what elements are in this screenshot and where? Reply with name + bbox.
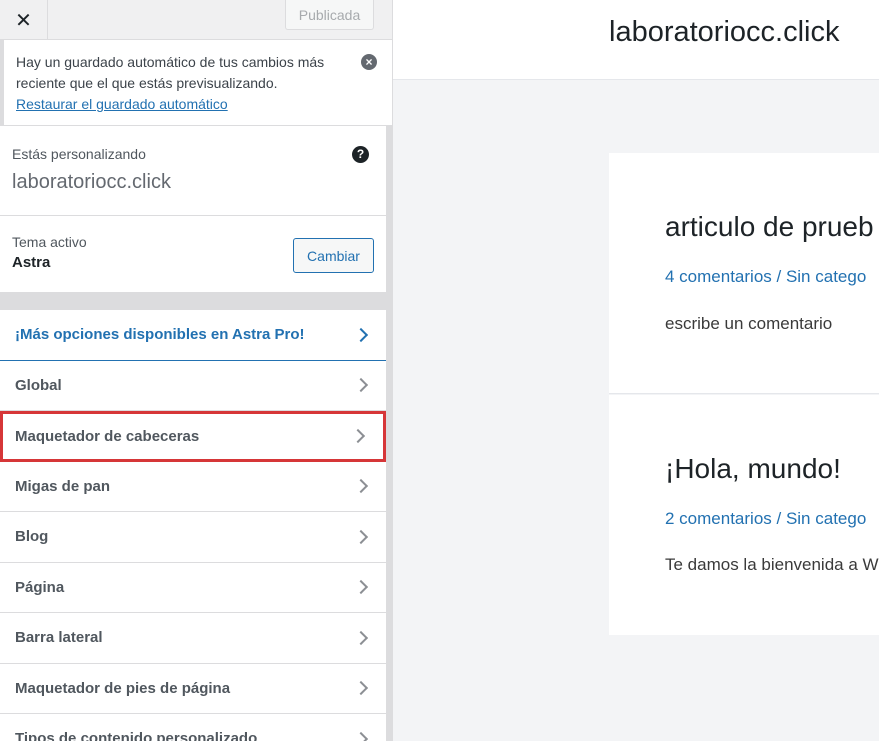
publish-button[interactable]: Publicada	[285, 0, 374, 30]
chevron-right-icon	[353, 580, 369, 595]
menu-item-sidebar[interactable]: Barra lateral	[0, 613, 386, 664]
post-card: ¡Hola, mundo! 2 comentarios / Sin catego…	[609, 395, 879, 635]
menu-item-header-builder[interactable]: Maquetador de cabeceras	[0, 411, 386, 462]
site-header: laboratoriocc.click	[393, 0, 879, 80]
customizing-info: Estás personalizando laboratoriocc.click…	[0, 126, 386, 216]
post-meta[interactable]: 2 comentarios / Sin catego	[665, 509, 866, 529]
chevron-right-icon	[350, 429, 366, 444]
chevron-right-icon	[353, 681, 369, 696]
menu-item-blog[interactable]: Blog	[0, 512, 386, 563]
customizing-site-name: laboratoriocc.click	[12, 171, 171, 193]
chevron-right-icon	[353, 479, 369, 494]
close-icon: ✕	[15, 9, 32, 32]
customizer-panels: Estás personalizando laboratoriocc.click…	[0, 126, 386, 741]
autosave-notice: Hay un guardado automático de tus cambio…	[0, 40, 392, 126]
chevron-right-icon	[353, 327, 369, 342]
customizer-header: ✕ Publicada	[0, 0, 392, 40]
menu-item-global[interactable]: Global	[0, 360, 386, 411]
chevron-right-icon	[353, 378, 369, 393]
menu-item-breadcrumbs[interactable]: Migas de pan	[0, 461, 386, 512]
post-meta[interactable]: 4 comentarios / Sin catego	[665, 267, 866, 287]
help-icon[interactable]: ?	[352, 146, 369, 163]
active-theme-section: Tema activo Astra Cambiar	[0, 216, 386, 293]
menu-item-custom-post-types[interactable]: Tipos de contenido personalizado	[0, 714, 386, 741]
customizing-label: Estás personalizando	[12, 146, 146, 162]
post-title[interactable]: articulo de prueb	[665, 211, 874, 243]
close-customizer-button[interactable]: ✕	[0, 0, 48, 40]
restore-autosave-link[interactable]: Restaurar el guardado automático	[16, 96, 228, 112]
post-title[interactable]: ¡Hola, mundo!	[665, 453, 841, 485]
section-divider	[0, 293, 386, 310]
post-card: articulo de prueb 4 comentarios / Sin ca…	[609, 153, 879, 394]
sidebar-scrollbar[interactable]	[386, 126, 392, 741]
site-title[interactable]: laboratoriocc.click	[609, 16, 839, 49]
dismiss-notice-icon[interactable]: ×	[361, 54, 377, 70]
menu-item-page[interactable]: Página	[0, 562, 386, 613]
chevron-right-icon	[353, 630, 369, 645]
menu-item-footer-builder[interactable]: Maquetador de pies de página	[0, 663, 386, 714]
customizer-menu: ¡Más opciones disponibles en Astra Pro! …	[0, 310, 386, 741]
chevron-right-icon	[353, 529, 369, 544]
post-excerpt: escribe un comentario	[665, 314, 833, 333]
autosave-notice-text: Hay un guardado automático de tus cambio…	[16, 54, 325, 91]
site-preview: laboratoriocc.click articulo de prueb 4 …	[393, 0, 879, 741]
post-excerpt: Te damos la bienvenida a W	[665, 555, 879, 574]
change-theme-button[interactable]: Cambiar	[293, 238, 374, 273]
menu-item-astra-pro[interactable]: ¡Más opciones disponibles en Astra Pro!	[0, 310, 386, 361]
chevron-right-icon	[353, 731, 369, 741]
customizer-sidebar: ✕ Publicada Hay un guardado automático d…	[0, 0, 393, 741]
